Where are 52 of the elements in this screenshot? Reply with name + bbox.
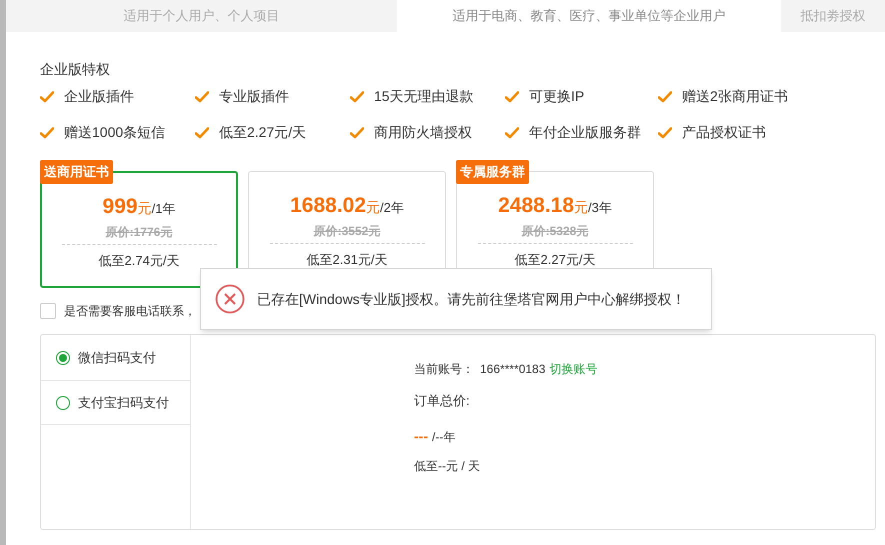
plan-period: /2年 <box>380 199 404 217</box>
check-icon <box>505 126 519 138</box>
plan-period: /3年 <box>588 199 612 217</box>
original-price: 原价:3552元 <box>314 222 380 240</box>
plan-price: 999 <box>102 194 138 220</box>
plan-badge: 专属服务群 <box>456 160 529 184</box>
feature-label: 赠送1000条短信 <box>64 123 166 142</box>
per-day-price: 低至2.27元/天 <box>514 250 596 268</box>
checkbox[interactable] <box>40 303 56 319</box>
currency-label: 元 <box>366 198 380 217</box>
radio-button[interactable] <box>56 350 70 364</box>
error-icon <box>215 284 245 314</box>
feature-label: 赠送2张商用证书 <box>682 87 788 106</box>
total-label: 订单总价: <box>414 392 471 410</box>
feature-label: 年付企业版服务群 <box>529 123 641 142</box>
feature-label: 专业版插件 <box>219 87 289 106</box>
check-icon <box>505 90 519 102</box>
check-icon <box>658 126 672 138</box>
account-number: 166****0183 <box>480 361 546 378</box>
feature-label: 15天无理由退款 <box>374 87 474 106</box>
original-price: 原价:5328元 <box>522 222 588 240</box>
plan-badge: 送商用证书 <box>40 160 113 184</box>
check-icon <box>195 90 209 102</box>
original-price: 原价:1776元 <box>106 224 172 240</box>
error-message: 已存在[Windows专业版]授权。请先前往堡塔官网用户中心解绑授权！ <box>257 290 686 309</box>
payment-method[interactable]: 微信扫码支付 <box>41 335 190 380</box>
check-icon <box>658 90 672 102</box>
account-label: 当前账号： <box>414 361 474 378</box>
check-icon <box>350 90 364 102</box>
check-icon <box>40 126 54 138</box>
feature-label: 低至2.27元/天 <box>219 123 306 142</box>
total-price: --- <box>414 426 428 446</box>
currency-label: 元 <box>138 199 152 218</box>
feature-label: 可更换IP <box>529 87 584 106</box>
feature-label: 产品授权证书 <box>682 123 766 142</box>
currency-label: 元 <box>574 198 588 217</box>
payment-method[interactable]: 支付宝扫码支付 <box>41 380 190 425</box>
check-icon <box>350 126 364 138</box>
per-day-price: 低至2.31元/天 <box>306 250 388 268</box>
contact-label: 是否需要客服电话联系， <box>64 303 196 320</box>
feature-label: 商用防火墙授权 <box>374 123 472 142</box>
per-day-price: 低至2.74元/天 <box>98 252 180 270</box>
feature-label: 企业版插件 <box>64 87 134 106</box>
check-icon <box>195 126 209 138</box>
radio-button[interactable] <box>56 396 70 410</box>
section-title: 企业版特权 <box>40 60 111 79</box>
total-period: /--年 <box>432 428 456 446</box>
plan-period: /1年 <box>152 200 176 218</box>
per-day-total: 低至--元 / 天 <box>414 458 481 474</box>
plan-price: 1688.02 <box>290 193 366 219</box>
check-icon <box>40 90 54 102</box>
plan-price: 2488.18 <box>498 193 574 219</box>
